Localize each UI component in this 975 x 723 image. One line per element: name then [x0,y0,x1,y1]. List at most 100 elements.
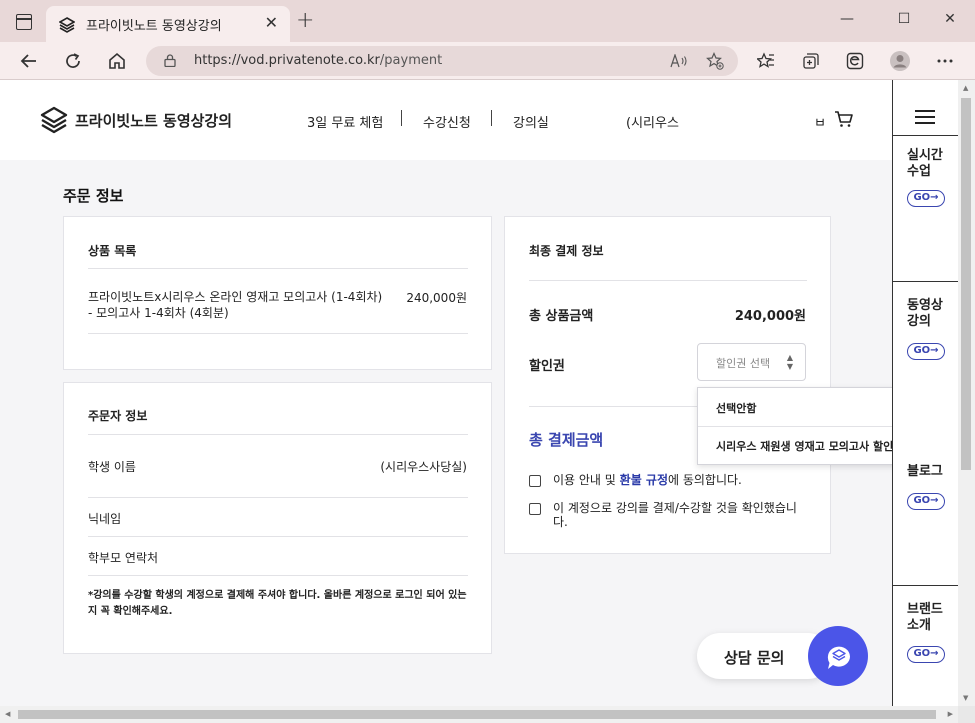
coupon-label: 할인권 [529,359,565,374]
coupon-select-placeholder: 할인권 선택 [716,357,771,370]
buyer-info-title: 주문자 정보 [88,409,148,423]
nav-classroom[interactable]: 강의실 [513,112,549,131]
read-aloud-icon[interactable] [668,50,690,72]
account-notice: *강의를 수강할 학생의 계정으로 결제해 주셔야 합니다. 올바른 계정으로 … [88,590,467,617]
collections-icon[interactable] [800,50,822,72]
nav-free-trial[interactable]: 3일 무료 체험 [307,112,383,131]
horizontal-scrollbar[interactable]: ◀ ▶ [0,706,958,723]
more-options-icon[interactable] [934,50,956,72]
go-button[interactable]: GO→ [907,190,945,207]
new-tab-button[interactable]: + [296,10,314,32]
payment-info-card: 최종 결제 정보 총 상품금액 240,000원 할인권 할인권 선택 ▲ ▼ 총… [504,216,831,554]
divider [88,497,468,498]
browser-toolbar: https://vod.privatenote.co.kr/payment [0,42,975,80]
scrollbar-corner [958,706,975,723]
url-text: https://vod.privatenote.co.kr/payment [194,53,443,68]
go-button[interactable]: GO→ [907,646,945,663]
hamburger-menu-icon[interactable] [915,110,935,124]
select-arrows-icon: ▲ ▼ [786,353,793,371]
coupon-select[interactable]: 할인권 선택 ▲ ▼ [697,343,806,381]
nav-separator [401,110,402,126]
vertical-scroll-thumb[interactable] [961,98,971,470]
buyer-info-card: 주문자 정보 학생 이름 (시리우스사당실) 닉네임 학부모 연락처 *강의를 … [63,382,492,654]
cart-icon[interactable] [834,110,854,128]
site-logo-text[interactable]: 프라이빗노트 동영상강의 [75,110,232,131]
nav-enroll[interactable]: 수강신청 [423,112,471,131]
scroll-left-icon[interactable]: ◀ [5,710,10,718]
back-arrow-icon [20,54,36,68]
student-name-value: (시리우스사당실) [380,460,467,474]
nav-separator [491,110,492,126]
refund-policy-link[interactable]: 환불 규정 [620,473,668,487]
divider [88,575,468,576]
home-icon [109,52,125,69]
sidebar-toggle-icon[interactable] [16,14,32,30]
rail-item-blog[interactable]: 블로그 GO→ [893,456,958,586]
go-button[interactable]: GO→ [907,343,945,360]
page-title: 주문 정보 [63,187,124,205]
agree-terms-row[interactable]: 이용 안내 및 환불 규정에 동의합니다. [529,473,742,487]
horizontal-scroll-thumb[interactable] [18,710,936,719]
chat-bubble-icon [827,646,850,669]
site-logo-icon[interactable] [40,106,68,134]
total-product-label: 총 상품금액 [529,309,594,324]
scroll-up-icon[interactable]: ▲ [963,84,968,92]
student-name-label: 학생 이름 [88,460,136,474]
scroll-right-icon[interactable]: ▶ [948,710,953,718]
agree-account-text: 이 계정으로 강의를 결제/수강할 것을 확인했습니다. [553,501,797,529]
refresh-button[interactable] [62,50,84,72]
browser-tab[interactable]: 프라이빗노트 동영상강의 ✕ [46,6,290,42]
total-payment-label: 총 결제금액 [529,431,604,449]
rail-label: 실시간 수업 [907,148,943,179]
browser-titlebar: 프라이빗노트 동영상강의 ✕ + — ☐ ✕ [0,0,975,42]
rail-label: 블로그 [907,464,943,479]
refresh-icon [66,53,80,68]
lock-icon [164,54,176,67]
rail-item-brand[interactable]: 브랜드 소개 GO→ [893,585,958,706]
rail-item-live-class[interactable]: 실시간 수업 GO→ [893,135,958,281]
agree-terms-checkbox[interactable] [529,475,541,487]
site-header: 프라이빗노트 동영상강의 3일 무료 체험 수강신청 강의실 (시리우스 ㅂ [0,80,892,160]
product-list-title: 상품 목록 [88,244,137,258]
coupon-option-none[interactable]: 선택안함 [716,400,756,416]
parent-contact-label: 학부모 연락처 [88,551,159,565]
nav-truncated-item[interactable]: ㅂ [814,112,826,131]
layers-logo-icon [59,17,75,33]
favorites-icon[interactable] [755,50,777,72]
window-close-button[interactable]: ✕ [940,11,960,27]
agree-terms-text: 이용 안내 및 환불 규정에 동의합니다. [553,473,742,487]
divider [88,434,468,435]
edge-extension-icon[interactable] [844,50,866,72]
divider [88,536,468,537]
nickname-label: 닉네임 [88,512,122,526]
consult-label: 상담 문의 [724,649,785,667]
maximize-button[interactable]: ☐ [894,11,914,27]
scroll-down-icon[interactable]: ▼ [963,694,968,702]
agree-account-row[interactable]: 이 계정으로 강의를 결제/수강할 것을 확인했습니다. [529,501,804,529]
agree-account-checkbox[interactable] [529,503,541,515]
back-button[interactable] [18,50,40,72]
minimize-button[interactable]: — [837,11,857,27]
tab-title: 프라이빗노트 동영상강의 [86,19,222,34]
product-list-card: 상품 목록 프라이빗노트x시리우스 온라인 영재고 모의고사 (1-4회차) -… [63,216,492,370]
total-product-value: 240,000원 [734,309,806,324]
rail-label: 동영상 강의 [907,298,943,329]
go-button[interactable]: GO→ [907,493,945,510]
home-button[interactable] [106,50,128,72]
rail-label: 브랜드 소개 [907,602,943,633]
tab-close-icon[interactable]: ✕ [265,13,278,32]
rail-item-video-lecture[interactable]: 동영상 강의 GO→ [893,281,958,391]
divider [88,268,468,269]
consult-chat-button[interactable] [808,626,868,686]
divider [529,280,807,281]
product-name: 프라이빗노트x시리우스 온라인 영재고 모의고사 (1-4회차) - 모의고사 … [88,290,383,320]
address-bar[interactable]: https://vod.privatenote.co.kr/payment [146,46,738,76]
right-quick-menu: 실시간 수업 GO→ 동영상 강의 GO→ 블로그 GO→ 브랜드 소개 GO→ [892,80,958,706]
page-viewport: 프라이빗노트 동영상강의 3일 무료 체험 수강신청 강의실 (시리우스 ㅂ 주… [0,80,958,706]
product-price: 240,000원 [406,291,467,305]
vertical-scrollbar[interactable]: ▲ ▼ [958,80,975,706]
nav-user-name[interactable]: (시리우스 [626,112,679,131]
add-favorite-icon[interactable] [704,50,726,72]
profile-avatar-icon[interactable] [889,50,911,72]
divider [88,333,468,334]
